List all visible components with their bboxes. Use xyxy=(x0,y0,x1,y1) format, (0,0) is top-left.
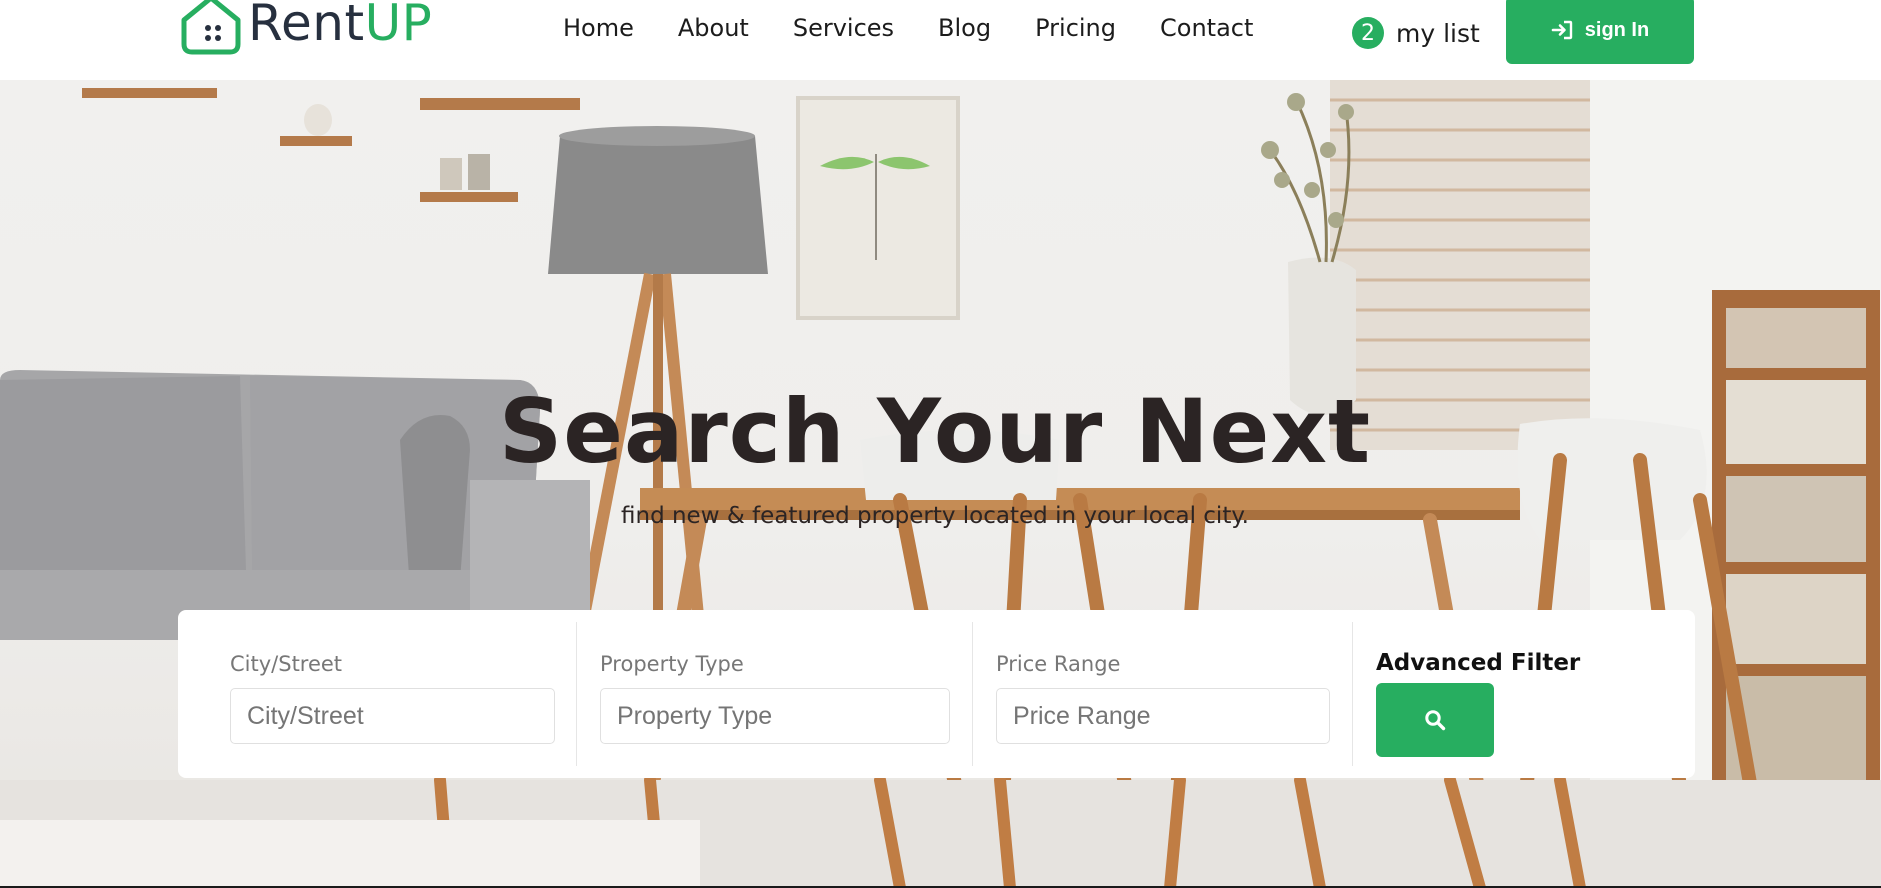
hero-title: Search Your Next xyxy=(498,380,1372,483)
house-logo-icon xyxy=(181,0,241,55)
sign-in-label: sign In xyxy=(1584,18,1650,41)
logo[interactable]: RentUP xyxy=(178,0,432,58)
city-street-label: City/Street xyxy=(230,652,343,676)
my-list-label: my list xyxy=(1396,18,1480,48)
nav-contact[interactable]: Contact xyxy=(1138,12,1275,44)
city-street-input[interactable] xyxy=(230,688,555,744)
site-header: RentUP Home About Services Blog Pricing … xyxy=(0,0,1881,80)
sign-in-button[interactable]: sign In xyxy=(1506,0,1694,64)
my-list-link[interactable]: 2 my list xyxy=(1352,17,1480,49)
nav-services[interactable]: Services xyxy=(771,12,916,44)
advanced-filter-label[interactable]: Advanced Filter xyxy=(1376,650,1580,676)
logo-text: RentUP xyxy=(248,0,432,48)
main-nav: Home About Services Blog Pricing Contact xyxy=(563,12,1275,44)
city-street-field: City/Street xyxy=(178,610,576,778)
nav-about[interactable]: About xyxy=(656,12,771,44)
property-type-label: Property Type xyxy=(600,652,744,676)
search-button[interactable] xyxy=(1376,683,1494,757)
nav-blog[interactable]: Blog xyxy=(916,12,1013,44)
field-divider xyxy=(1352,622,1353,766)
nav-home[interactable]: Home xyxy=(563,12,656,44)
logo-text-rent: Rent xyxy=(248,0,365,52)
property-type-field: Property Type xyxy=(576,610,972,778)
price-range-input[interactable] xyxy=(996,688,1330,744)
my-list-count-badge: 2 xyxy=(1352,17,1384,49)
sign-in-icon xyxy=(1551,20,1572,40)
price-range-label: Price Range xyxy=(996,652,1121,676)
search-icon xyxy=(1425,710,1446,731)
logo-text-up: UP xyxy=(364,0,433,52)
property-type-input[interactable] xyxy=(600,688,950,744)
nav-pricing[interactable]: Pricing xyxy=(1013,12,1138,44)
hero-subtitle: find new & featured property located in … xyxy=(621,503,1249,529)
price-range-field: Price Range xyxy=(972,610,1352,778)
property-search-form: City/Street Property Type Price Range Ad… xyxy=(178,610,1695,778)
